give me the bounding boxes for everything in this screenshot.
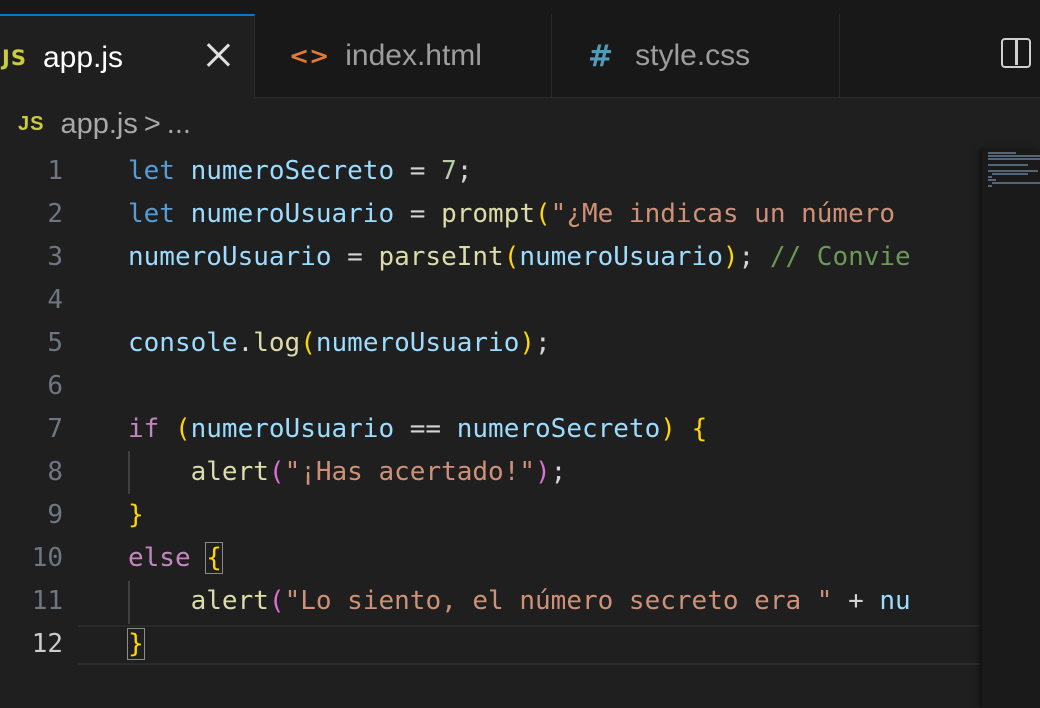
code-line-11[interactable]: 11 alert("Lo siento, el número secreto e…: [0, 580, 982, 623]
line-number: 12: [31, 629, 63, 659]
css-file-icon: #: [588, 38, 614, 74]
line-number: 2: [47, 199, 63, 229]
minimap-line: [992, 182, 1040, 184]
minimap-line: [988, 185, 992, 187]
line-code: }: [128, 500, 144, 530]
breadcrumb-symbols[interactable]: ...: [167, 108, 191, 141]
line-number: 11: [31, 586, 63, 616]
html-file-icon: <>: [289, 42, 330, 70]
breadcrumb: JS app.js > ...: [18, 104, 191, 144]
tab-label: index.html: [345, 39, 482, 72]
minimap-line: [988, 179, 996, 181]
matched-bracket: }: [127, 628, 145, 660]
minimap-line: [988, 170, 1038, 172]
minimap-line: [992, 173, 1028, 175]
code-line-9[interactable]: 9 }: [0, 494, 982, 537]
line-code: let numeroSecreto = 7;: [128, 156, 473, 186]
close-icon[interactable]: [204, 40, 232, 68]
line-number: 6: [47, 371, 63, 401]
tab-app-js[interactable]: JS app.js: [0, 14, 255, 99]
javascript-file-icon: JS: [18, 112, 45, 135]
code-line-4[interactable]: 4: [0, 279, 982, 322]
breadcrumb-file[interactable]: app.js: [60, 108, 137, 141]
line-number: 9: [47, 500, 63, 530]
line-number: 3: [47, 242, 63, 272]
line-number: 7: [47, 414, 63, 444]
code-line-12[interactable]: 12 }: [0, 623, 982, 666]
line-code: numeroUsuario = parseInt(numeroUsuario);…: [128, 242, 911, 272]
line-number: 8: [47, 457, 63, 487]
minimap-line: [988, 155, 1040, 157]
matched-bracket: {: [205, 542, 223, 574]
code-line-2[interactable]: 2 let numeroUsuario = prompt("¿Me indica…: [0, 193, 982, 236]
line-code: alert("¡Has acertado!");: [190, 457, 567, 487]
code-line-7[interactable]: 7 if (numeroUsuario == numeroSecreto) {: [0, 408, 982, 451]
split-editor-icon[interactable]: [1001, 38, 1031, 68]
line-number: 5: [47, 328, 63, 358]
code-line-6[interactable]: 6: [0, 365, 982, 408]
line-code: else {: [128, 542, 223, 574]
code-editor[interactable]: 1 let numeroSecreto = 7; 2 let numeroUsu…: [0, 150, 982, 708]
line-code: }: [127, 623, 145, 666]
chevron-right-icon: >: [143, 107, 161, 140]
line-number: 1: [47, 156, 63, 186]
javascript-file-icon: JS: [2, 45, 27, 70]
line-number: 10: [31, 543, 63, 573]
minimap[interactable]: [982, 150, 1040, 708]
line-code: if (numeroUsuario == numeroSecreto) {: [128, 414, 708, 444]
minimap-line: [988, 164, 1028, 166]
line-number: 4: [47, 285, 63, 315]
code-line-8[interactable]: 8 alert("¡Has acertado!");: [0, 451, 982, 494]
minimap-line: [988, 176, 992, 178]
code-line-3[interactable]: 3 numeroUsuario = parseInt(numeroUsuario…: [0, 236, 982, 279]
window-top-strip: [0, 0, 1040, 14]
code-line-5[interactable]: 5 console.log(numeroUsuario);: [0, 322, 982, 365]
minimap-line: [988, 152, 1016, 154]
tab-label: app.js: [42, 40, 124, 74]
editor-tab-bar: JS app.js <> index.html # style.css: [0, 14, 1040, 99]
tab-index-html[interactable]: <> index.html: [255, 14, 552, 98]
minimap-line: [988, 158, 1040, 160]
line-code: let numeroUsuario = prompt("¿Me indicas …: [128, 199, 896, 229]
line-code: alert("Lo siento, el número secreto era …: [190, 586, 911, 616]
code-line-1[interactable]: 1 let numeroSecreto = 7;: [0, 150, 982, 193]
code-line-10[interactable]: 10 else {: [0, 537, 982, 580]
line-code: console.log(numeroUsuario);: [128, 328, 551, 358]
tab-label: style.css: [635, 39, 751, 72]
tab-style-css[interactable]: # style.css: [552, 14, 840, 98]
